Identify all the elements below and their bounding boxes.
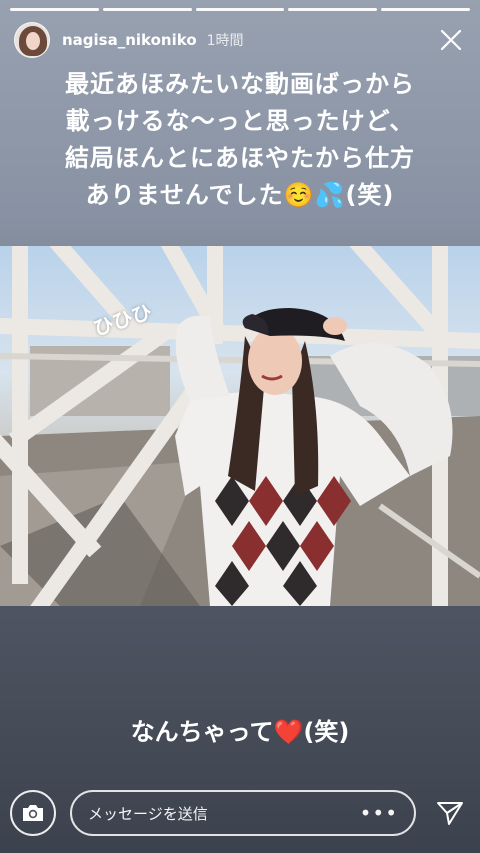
photo-illustration [0,246,480,606]
camera-button[interactable] [10,790,56,836]
username[interactable]: nagisa_nikoniko [62,31,197,49]
story-reply-bar: メッセージを送信 ••• [10,789,470,837]
progress-segment [381,8,470,11]
caption-line: ありませんでした☺️💦(笑) [85,181,395,209]
timestamp: 1時間 [206,33,244,49]
caption-line: 最近あほみたいな動画ばっから [65,70,415,98]
close-button[interactable] [436,25,466,55]
camera-icon [23,805,43,821]
story-header: nagisa_nikoniko 1時間 [14,20,466,60]
progress-segment [195,8,285,11]
send-icon [437,802,463,825]
story-photo [0,246,480,606]
progress-segment [102,8,192,11]
caption-line: 載っけるな〜っと思ったけど、 [65,107,415,135]
story-progress-bar [10,8,470,11]
send-button[interactable] [430,793,470,833]
caption-line: 結局ほんとにあほやたから仕方 [65,144,415,172]
story-bottom-text: なんちゃって❤️(笑) [130,718,350,746]
avatar[interactable] [14,22,50,58]
more-dots-icon[interactable]: ••• [360,801,398,825]
progress-segment [288,8,378,11]
message-placeholder: メッセージを送信 [88,804,208,823]
story-caption: 最近あほみたいな動画ばっから 載っけるな〜っと思ったけど、 結局ほんとにあほやた… [0,66,480,214]
close-icon [440,29,462,51]
message-input[interactable]: メッセージを送信 ••• [70,790,416,836]
progress-segment [10,8,99,11]
